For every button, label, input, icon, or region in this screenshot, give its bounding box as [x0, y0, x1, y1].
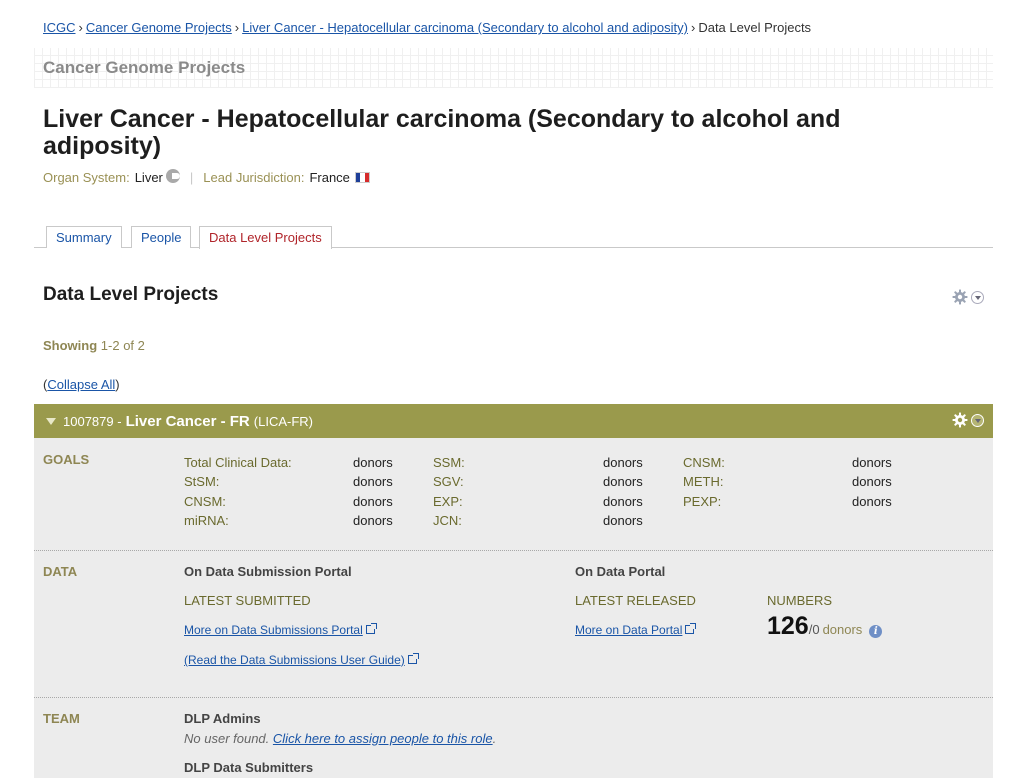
- project-header[interactable]: 1007879 - Liver Cancer - FR (LICA-FR): [34, 404, 993, 438]
- donor-unit: donors: [822, 622, 863, 637]
- team-label: TEAM: [43, 711, 80, 726]
- goal-label: SGV:: [433, 474, 464, 489]
- section-divider: [34, 697, 993, 698]
- dlp-admins-title: DLP Admins: [184, 711, 261, 726]
- section-title: Data Level Projects: [43, 284, 219, 305]
- admins-empty-state: No user found. Click here to assign peop…: [184, 731, 496, 746]
- showing-range: 1-2 of 2: [100, 338, 145, 353]
- breadcrumb-separator: ›: [78, 20, 83, 35]
- breadcrumb-current: Data Level Projects: [698, 20, 812, 35]
- gear-icon[interactable]: [952, 289, 968, 305]
- goal-value: donors: [852, 474, 892, 489]
- numbers-label: NUMBERS: [767, 593, 833, 608]
- goal-label: CNSM:: [184, 494, 226, 509]
- goal-value: donors: [852, 494, 892, 509]
- goal-label: Total Clinical Data:: [184, 455, 292, 470]
- organ-system-value: Liver: [134, 170, 163, 185]
- goal-label: miRNA:: [184, 513, 229, 528]
- goal-value: donors: [353, 494, 393, 509]
- goal-value: donors: [353, 474, 393, 489]
- chevron-down-icon[interactable]: [971, 290, 984, 304]
- showing-label: Showing: [43, 338, 98, 353]
- lead-jurisdiction-label: Lead Jurisdiction:: [203, 170, 305, 185]
- external-link-icon: [685, 623, 697, 634]
- external-link-icon: [365, 623, 377, 634]
- user-guide-link-wrap: (Read the Data Submissions User Guide): [184, 652, 419, 667]
- submission-portal-title: On Data Submission Portal: [184, 564, 352, 579]
- collapse-all-control: (Collapse All): [43, 377, 120, 392]
- banner-title: Cancer Genome Projects: [43, 58, 246, 77]
- assign-period: .: [492, 731, 497, 746]
- assign-people-link[interactable]: Click here to assign people to this role: [273, 731, 493, 746]
- breadcrumb: ICGC › Cancer Genome Projects › Liver Cancer…: [43, 20, 811, 35]
- goal-value: donors: [603, 494, 643, 509]
- organ-system-label: Organ System:: [43, 170, 130, 185]
- latest-submitted-label: LATEST SUBMITTED: [184, 593, 311, 608]
- chevron-down-icon[interactable]: [971, 413, 984, 427]
- section-banner: Cancer Genome Projects: [34, 48, 993, 88]
- goal-label: StSM:: [184, 474, 220, 489]
- project-name: Liver Cancer - FR: [125, 412, 250, 430]
- tab-people[interactable]: People: [131, 226, 192, 248]
- lead-jurisdiction-value: France: [309, 170, 350, 185]
- triangle-down-icon[interactable]: [46, 417, 56, 425]
- goal-label: SSM:: [433, 455, 465, 470]
- goal-label: METH:: [683, 474, 724, 489]
- project-meta: Organ System: Liver | Lead Jurisdiction:…: [43, 168, 370, 185]
- breadcrumb-separator: ›: [234, 20, 240, 35]
- more-submissions-link[interactable]: More on Data Submissions Portal: [184, 623, 363, 637]
- results-count: Showing 1-2 of 2: [43, 338, 145, 353]
- data-label: DATA: [43, 564, 78, 579]
- tab-bar: Summary People Data Level Projects: [34, 226, 993, 249]
- goal-label: PEXP:: [683, 494, 722, 509]
- goal-label: JCN:: [433, 513, 462, 528]
- project-settings-menu[interactable]: [952, 412, 984, 428]
- breadcrumb-link-liver-cancer[interactable]: Liver Cancer - Hepatocellular carcinoma …: [242, 20, 688, 35]
- no-user-text: No user found.: [184, 731, 270, 746]
- goal-value: donors: [603, 474, 643, 489]
- project-detail-panel: GOALS Total Clinical Data: donors SSM: d…: [34, 438, 993, 778]
- project-code: (LICA-FR): [253, 413, 313, 429]
- more-portal-link-wrap: More on Data Portal: [575, 622, 697, 637]
- goal-value: donors: [603, 513, 643, 528]
- goal-value: donors: [852, 455, 892, 470]
- more-submissions-link-wrap: More on Data Submissions Portal: [184, 622, 377, 637]
- section-settings-menu[interactable]: [952, 289, 984, 305]
- goal-label: CNSM:: [683, 455, 725, 470]
- project-id: 1007879 -: [63, 413, 122, 429]
- section-divider: [34, 550, 993, 551]
- goal-value: donors: [353, 513, 393, 528]
- breadcrumb-link-cancer-genome-projects[interactable]: Cancer Genome Projects: [86, 20, 232, 35]
- goal-value: donors: [603, 455, 643, 470]
- breadcrumb-link-icgc[interactable]: ICGC: [43, 20, 76, 35]
- meta-separator: |: [189, 170, 194, 185]
- data-portal-title: On Data Portal: [575, 564, 666, 579]
- goals-label: GOALS: [43, 452, 90, 467]
- latest-released-label: LATEST RELEASED: [575, 593, 696, 608]
- goal-label: EXP:: [433, 494, 463, 509]
- user-guide-link[interactable]: (Read the Data Submissions User Guide): [184, 653, 405, 667]
- collapse-all-link[interactable]: Collapse All: [47, 377, 115, 392]
- gear-icon[interactable]: [952, 412, 968, 428]
- external-link-icon: [407, 653, 419, 664]
- goal-value: donors: [353, 455, 393, 470]
- breadcrumb-separator: ›: [690, 20, 696, 35]
- tab-data-level-projects[interactable]: Data Level Projects: [199, 226, 332, 249]
- more-portal-link[interactable]: More on Data Portal: [575, 623, 682, 637]
- donor-count: 126: [767, 612, 809, 640]
- tab-summary[interactable]: Summary: [46, 226, 122, 248]
- donor-numbers: 126/0 donors i: [767, 612, 883, 641]
- page-title: Liver Cancer - Hepatocellular carcinoma …: [43, 105, 841, 160]
- france-flag-icon: [354, 172, 370, 183]
- donor-total: /0: [808, 622, 820, 637]
- info-icon[interactable]: i: [869, 625, 883, 638]
- collapse-paren-close: ): [115, 377, 120, 392]
- organ-info-icon[interactable]: [165, 168, 180, 183]
